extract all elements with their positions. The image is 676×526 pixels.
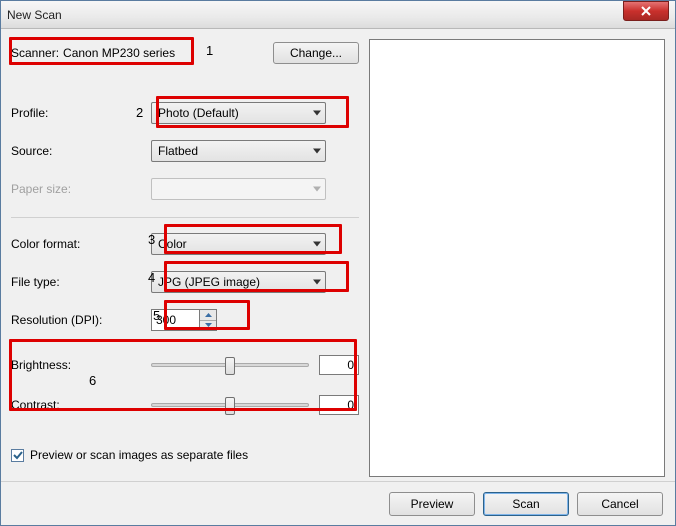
- contrast-row: Contrast:: [11, 392, 359, 418]
- scanner-label: Scanner:: [11, 46, 59, 60]
- colorformat-select-value: Color: [158, 237, 187, 251]
- scanner-row: Scanner: Canon MP230 series Change...: [11, 39, 359, 67]
- source-row: Source: Flatbed: [11, 137, 359, 165]
- source-select[interactable]: Flatbed: [151, 140, 326, 162]
- filetype-select-value: JPG (JPEG image): [158, 275, 260, 289]
- dialog-footer: Preview Scan Cancel: [1, 481, 675, 525]
- profile-select-value: Photo (Default): [158, 106, 239, 120]
- papersize-label: Paper size:: [11, 182, 151, 196]
- source-select-value: Flatbed: [158, 144, 198, 158]
- contrast-label: Contrast:: [11, 398, 151, 412]
- colorformat-select[interactable]: Color: [151, 233, 326, 255]
- brightness-slider[interactable]: [151, 363, 309, 367]
- annotation-num-4: 4: [148, 270, 155, 285]
- brightness-row: Brightness:: [11, 352, 359, 378]
- chevron-down-icon: [313, 111, 321, 116]
- spinner-down-button[interactable]: [200, 321, 216, 331]
- check-icon: [13, 450, 23, 460]
- annotation-num-5: 5: [153, 308, 160, 323]
- colorformat-row: Color format: Color: [11, 230, 359, 258]
- close-button[interactable]: [623, 1, 669, 21]
- contrast-slider[interactable]: [151, 403, 309, 407]
- chevron-down-icon: [313, 149, 321, 154]
- annotation-num-1: 1: [206, 43, 213, 58]
- resolution-label: Resolution (DPI):: [11, 313, 151, 327]
- scan-button[interactable]: Scan: [483, 492, 569, 516]
- chevron-down-icon: [313, 280, 321, 285]
- slider-thumb[interactable]: [225, 357, 235, 375]
- contrast-value-input[interactable]: [319, 395, 359, 415]
- scanner-value: Canon MP230 series: [63, 46, 175, 60]
- annotation-num-3: 3: [148, 232, 155, 247]
- source-label: Source:: [11, 144, 151, 158]
- papersize-row: Paper size:: [11, 175, 359, 203]
- resolution-row: Resolution (DPI):: [11, 306, 359, 334]
- resolution-spinner[interactable]: [151, 309, 221, 331]
- dialog-body: Scanner: Canon MP230 series Change... 1 …: [1, 29, 675, 481]
- chevron-down-icon: [313, 187, 321, 192]
- brightness-value-input[interactable]: [319, 355, 359, 375]
- filetype-label: File type:: [11, 275, 151, 289]
- filetype-select[interactable]: JPG (JPEG image): [151, 271, 326, 293]
- annotation-num-2: 2: [136, 105, 143, 120]
- close-icon: [641, 6, 651, 16]
- preview-button[interactable]: Preview: [389, 492, 475, 516]
- annotation-num-6: 6: [89, 373, 96, 388]
- separate-files-row: Preview or scan images as separate files: [11, 448, 359, 462]
- chevron-down-icon: [205, 323, 212, 327]
- profile-select[interactable]: Photo (Default): [151, 102, 326, 124]
- window-title: New Scan: [7, 8, 669, 22]
- filetype-row: File type: JPG (JPEG image): [11, 268, 359, 296]
- cancel-button[interactable]: Cancel: [577, 492, 663, 516]
- spinner-up-button[interactable]: [200, 310, 216, 321]
- separate-files-checkbox[interactable]: [11, 449, 24, 462]
- papersize-select: [151, 178, 326, 200]
- preview-area[interactable]: [369, 39, 665, 477]
- profile-row: Profile: Photo (Default): [11, 99, 359, 127]
- preview-panel: [369, 39, 665, 481]
- colorformat-label: Color format:: [11, 237, 151, 251]
- slider-thumb[interactable]: [225, 397, 235, 415]
- separate-files-label: Preview or scan images as separate files: [30, 448, 248, 462]
- brightness-label: Brightness:: [11, 358, 151, 372]
- chevron-up-icon: [205, 313, 212, 317]
- separator: [11, 217, 359, 218]
- new-scan-dialog: New Scan Scanner: Canon MP230 series Cha…: [0, 0, 676, 526]
- titlebar: New Scan: [1, 1, 675, 29]
- settings-panel: Scanner: Canon MP230 series Change... 1 …: [11, 39, 359, 481]
- change-scanner-button[interactable]: Change...: [273, 42, 359, 64]
- profile-label: Profile:: [11, 106, 151, 120]
- chevron-down-icon: [313, 242, 321, 247]
